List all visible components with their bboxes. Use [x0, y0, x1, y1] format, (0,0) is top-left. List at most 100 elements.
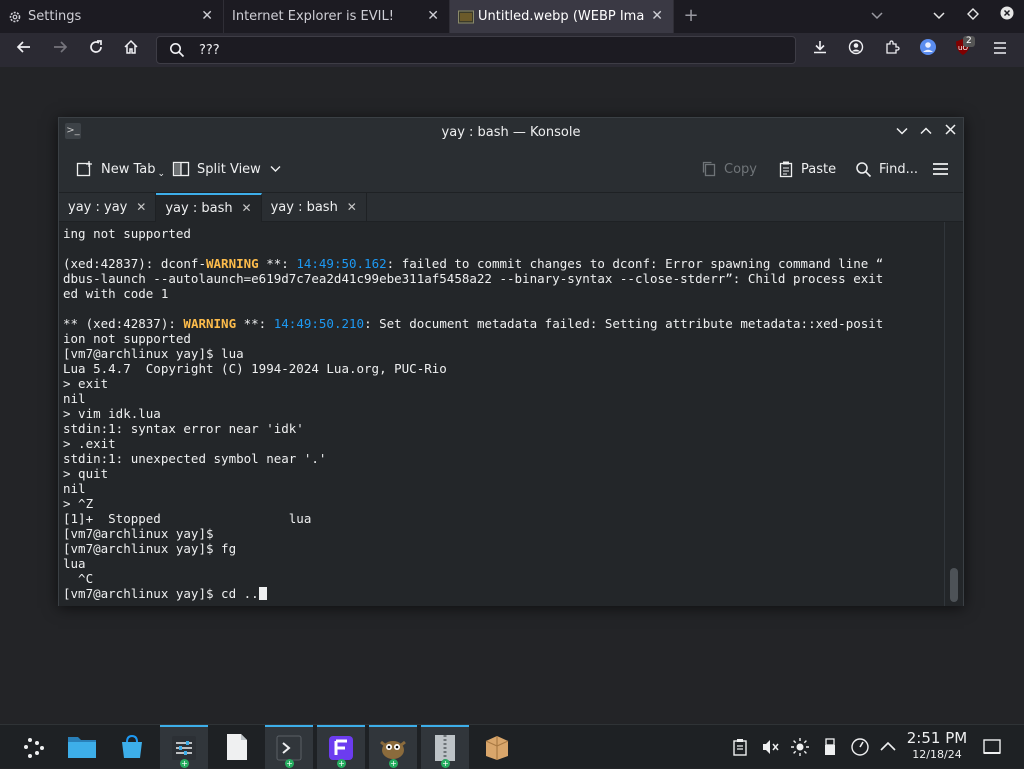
konsole-toolbar: New Tab ⌄ Split View Copy Paste Find...	[59, 146, 963, 192]
konsole-tab-yay-bash[interactable]: yay : bash ✕	[262, 193, 367, 222]
search-icon	[856, 161, 872, 177]
terminal-line: ion not supported	[63, 331, 191, 346]
browser-tab-label: Internet Explorer is EVIL!	[232, 9, 394, 24]
performance-gauge-icon[interactable]	[850, 737, 870, 757]
app-launcher-icon[interactable]	[10, 725, 58, 769]
running-indicator: +	[389, 759, 398, 768]
find-label: Find...	[879, 161, 919, 177]
tray-expand-chevron-icon[interactable]	[878, 737, 898, 757]
archive-manager-icon[interactable]: +	[421, 725, 469, 769]
close-icon[interactable]: ✕	[427, 8, 439, 24]
terminal-line: ed with code 1	[63, 286, 169, 301]
terminal-line: > exit	[63, 376, 109, 391]
close-icon[interactable]: ✕	[347, 193, 357, 222]
url-bar[interactable]	[156, 36, 796, 64]
image-file-icon	[458, 10, 474, 24]
browser-tab-untitled-webp[interactable]: Untitled.webp (WEBP Imag ✕	[450, 0, 674, 33]
clipboard-icon[interactable]	[730, 737, 750, 757]
hamburger-menu-icon[interactable]	[932, 158, 956, 180]
close-icon[interactable]: ✕	[136, 193, 146, 222]
running-indicator: +	[337, 759, 346, 768]
copy-icon	[702, 161, 716, 177]
account-icon[interactable]	[844, 38, 868, 62]
terminal-app-icon: >_	[65, 123, 81, 139]
fdm-app-icon[interactable]: +	[317, 725, 365, 769]
volume-muted-icon[interactable]	[760, 737, 780, 757]
browser-tab-strip: Settings ✕ Internet Explorer is EVIL! ✕ …	[0, 0, 1024, 33]
copy-button[interactable]: Copy	[701, 158, 757, 180]
browser-tab-label: Settings	[28, 9, 82, 24]
running-indicator: +	[180, 759, 189, 768]
reload-icon[interactable]	[84, 38, 108, 62]
split-view-button[interactable]: Split View	[172, 158, 281, 180]
close-icon[interactable]: ✕	[651, 8, 663, 24]
terminal-line: nil	[63, 481, 86, 496]
minimize-chevron-icon[interactable]	[928, 6, 950, 26]
url-input[interactable]	[199, 40, 779, 60]
system-clock[interactable]: 2:51 PM 12/18/24	[900, 729, 974, 762]
konsole-terminal-icon[interactable]: +	[265, 725, 313, 769]
clock-date: 12/18/24	[912, 748, 962, 761]
text-editor-icon[interactable]	[213, 725, 261, 769]
terminal-line: > ^Z	[63, 496, 94, 511]
konsole-tab-yay-yay[interactable]: yay : yay ✕	[59, 193, 157, 222]
discover-store-icon[interactable]	[108, 725, 156, 769]
paste-button[interactable]: Paste	[778, 158, 836, 180]
konsole-window: >_ yay : bash — Konsole New Tab ⌄ Split …	[58, 117, 964, 606]
find-button[interactable]: Find...	[855, 158, 918, 180]
browser-tab-settings[interactable]: Settings ✕	[0, 0, 224, 33]
browser-tab-internet-explorer[interactable]: Internet Explorer is EVIL! ✕	[224, 0, 450, 33]
split-view-icon	[172, 161, 190, 177]
terminal-line: stdin:1: unexpected symbol near '.'	[63, 451, 327, 466]
terminal-line: > .exit	[63, 436, 116, 451]
terminal-line: [vm7@archlinux yay]$ fg	[63, 541, 237, 556]
maximize-diamond-icon[interactable]	[962, 6, 984, 26]
forward-arrow-icon[interactable]	[48, 38, 72, 62]
paste-label: Paste	[801, 161, 837, 177]
gimp-icon[interactable]: +	[369, 725, 417, 769]
system-settings-icon[interactable]: +	[160, 725, 208, 769]
usb-device-icon[interactable]	[820, 737, 840, 757]
timestamp-text: 14:49:50.162	[296, 256, 387, 271]
terminal-text: **:	[258, 256, 297, 271]
terminal-scrollbar[interactable]	[944, 222, 963, 606]
close-icon[interactable]: ✕	[201, 8, 213, 24]
terminal-text: : Set document metadata failed: Setting …	[364, 316, 884, 331]
minimize-chevron-icon[interactable]	[893, 123, 911, 141]
file-manager-icon[interactable]	[58, 725, 106, 769]
window-title: yay : bash — Konsole	[441, 124, 581, 140]
terminal-output[interactable]: ing not supported ​ (xed:42837): dconf-W…	[59, 222, 944, 606]
gear-icon	[8, 10, 22, 24]
new-tab-button[interactable]: New Tab ⌄	[76, 158, 165, 180]
scrollbar-thumb[interactable]	[950, 568, 958, 602]
maximize-chevron-icon[interactable]	[917, 123, 935, 141]
terminal-text: (xed:42837): dconf-	[63, 256, 206, 271]
show-desktop-icon[interactable]	[982, 737, 1002, 757]
extensions-puzzle-icon[interactable]	[880, 38, 904, 62]
profile-avatar-icon[interactable]	[916, 38, 940, 62]
copy-label: Copy	[724, 161, 757, 177]
close-window-icon[interactable]	[996, 6, 1018, 26]
terminal-line: (xed:42837): dconf-WARNING **: 14:49:50.…	[63, 256, 944, 271]
terminal-line: Lua 5.4.7 Copyright (C) 1994-2024 Lua.or…	[63, 361, 447, 376]
package-icon[interactable]	[473, 725, 521, 769]
close-icon[interactable]: ✕	[242, 195, 252, 222]
back-arrow-icon[interactable]	[12, 38, 36, 62]
terminal-line: dbus-launch --autolaunch=e619d7c7ea2d41c…	[63, 271, 884, 286]
tab-list-chevron-icon[interactable]	[866, 6, 888, 26]
terminal-line: ​	[63, 301, 944, 316]
terminal-line: ​	[63, 241, 944, 256]
downloads-icon[interactable]	[808, 38, 832, 62]
terminal-line: nil	[63, 391, 86, 406]
browser-tab-label: Untitled.webp (WEBP Imag	[478, 9, 644, 24]
paste-icon	[779, 161, 793, 178]
split-view-label: Split View	[197, 161, 261, 177]
close-icon[interactable]	[941, 123, 959, 141]
hamburger-menu-icon[interactable]	[988, 38, 1012, 62]
terminal-prompt-line: [vm7@archlinux yay]$ cd ..	[63, 586, 944, 601]
konsole-tab-yay-bash-active[interactable]: yay : bash ✕	[156, 193, 262, 222]
home-icon[interactable]	[119, 38, 143, 62]
brightness-icon[interactable]	[790, 737, 810, 757]
warning-text: WARNING	[206, 256, 259, 271]
new-tab-button[interactable]: +	[680, 6, 702, 26]
